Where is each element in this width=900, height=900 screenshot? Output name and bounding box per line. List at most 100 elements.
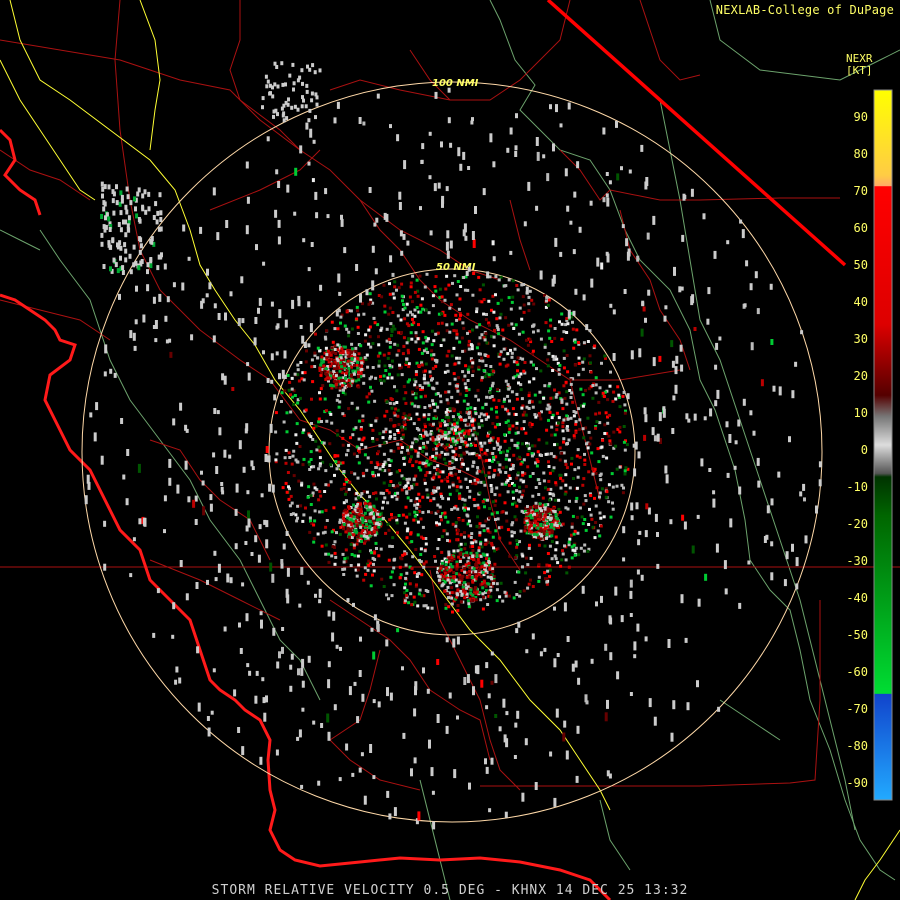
echo-pixel [680, 286, 684, 291]
echo-pixel [670, 340, 674, 348]
echo-pixel [456, 593, 460, 597]
echo-pixel [514, 151, 518, 157]
echo-pixel [461, 462, 465, 466]
echo-pixel [558, 320, 561, 324]
echo-pixel [445, 637, 449, 643]
echo-pixel [408, 413, 412, 417]
echo-pixel [770, 498, 774, 506]
echo-pixel [286, 471, 290, 474]
echo-pixel [424, 589, 428, 592]
echo-pixel [432, 447, 435, 451]
echo-pixel [221, 373, 225, 381]
echo-pixel [528, 338, 532, 342]
echo-pixel [609, 303, 613, 308]
echo-pixel [301, 431, 305, 435]
echo-pixel [277, 236, 281, 245]
echo-pixel [544, 577, 547, 581]
echo-pixel [437, 182, 441, 189]
echo-pixel [449, 240, 453, 249]
echo-pixel [621, 224, 625, 229]
echo-pixel [498, 362, 502, 366]
echo-pixel [356, 332, 360, 335]
echo-pixel [455, 293, 459, 297]
echo-pixel [466, 402, 470, 406]
echo-pixel [461, 585, 465, 589]
echo-pixel [218, 427, 222, 436]
echo-pixel [546, 487, 550, 491]
echo-pixel [368, 531, 372, 534]
echo-pixel [364, 572, 368, 576]
product-caption: STORM RELATIVE VELOCITY 0.5 DEG - KHNX 1… [211, 883, 689, 898]
echo-pixel [643, 407, 647, 415]
echo-pixel [432, 353, 436, 357]
echo-pixel [483, 542, 487, 546]
echo-pixel [383, 310, 387, 314]
echo-pixel [549, 396, 553, 400]
echo-pixel [548, 336, 552, 340]
echo-pixel [362, 121, 366, 126]
echo-pixel [365, 395, 369, 399]
echo-pixel [638, 348, 642, 358]
echo-pixel [377, 364, 381, 368]
echo-pixel [542, 479, 546, 483]
echo-pixel [498, 536, 502, 540]
echo-pixel [479, 412, 483, 416]
echo-pixel [532, 302, 536, 306]
echo-pixel [450, 602, 454, 606]
echo-pixel [410, 768, 413, 777]
echo-pixel [452, 450, 456, 454]
echo-pixel [226, 573, 230, 583]
echo-pixel [568, 486, 572, 490]
echo-pixel [303, 342, 307, 348]
echo-pixel [298, 75, 302, 80]
echo-pixel [417, 364, 421, 368]
echo-pixel [311, 178, 315, 183]
echo-pixel [525, 649, 529, 654]
echo-pixel [467, 507, 470, 511]
echo-pixel [558, 473, 562, 477]
echo-pixel [360, 361, 364, 365]
echo-pixel [356, 509, 360, 513]
echo-pixel [327, 661, 331, 668]
echo-pixel [585, 442, 588, 446]
echo-pixel [498, 726, 502, 732]
echo-pixel [457, 307, 461, 311]
echo-pixel [506, 479, 510, 483]
echo-pixel [552, 143, 555, 152]
echo-pixel [588, 507, 591, 511]
echo-pixel [599, 524, 603, 528]
echo-pixel [147, 206, 151, 212]
echo-pixel [339, 646, 342, 651]
echo-pixel [407, 601, 411, 605]
echo-pixel [788, 436, 791, 443]
echo-pixel [504, 811, 508, 818]
echo-pixel [387, 337, 391, 341]
echo-pixel [289, 494, 293, 498]
echo-pixel [483, 483, 487, 487]
echo-pixel [109, 368, 113, 374]
echo-pixel [361, 414, 365, 418]
echo-pixel [373, 508, 377, 512]
echo-pixel [456, 412, 460, 416]
echo-pixel [438, 455, 442, 459]
echo-pixel [495, 317, 499, 321]
echo-pixel [506, 352, 510, 356]
echo-pixel [574, 431, 578, 434]
echo-pixel [498, 595, 502, 599]
echo-pixel [419, 547, 423, 551]
echo-pixel [553, 554, 557, 558]
echo-pixel [463, 452, 466, 456]
echo-pixel [352, 503, 355, 507]
echo-pixel [423, 425, 427, 429]
echo-pixel [447, 430, 451, 434]
echo-pixel [636, 569, 640, 575]
echo-pixel [493, 562, 497, 566]
echo-pixel [296, 363, 300, 367]
echo-pixel [741, 229, 745, 239]
echo-pixel [406, 380, 410, 384]
echo-pixel [501, 405, 505, 409]
echo-pixel [415, 306, 419, 309]
echo-pixel [396, 343, 400, 347]
echo-pixel [129, 330, 133, 339]
echo-pixel [414, 334, 418, 338]
